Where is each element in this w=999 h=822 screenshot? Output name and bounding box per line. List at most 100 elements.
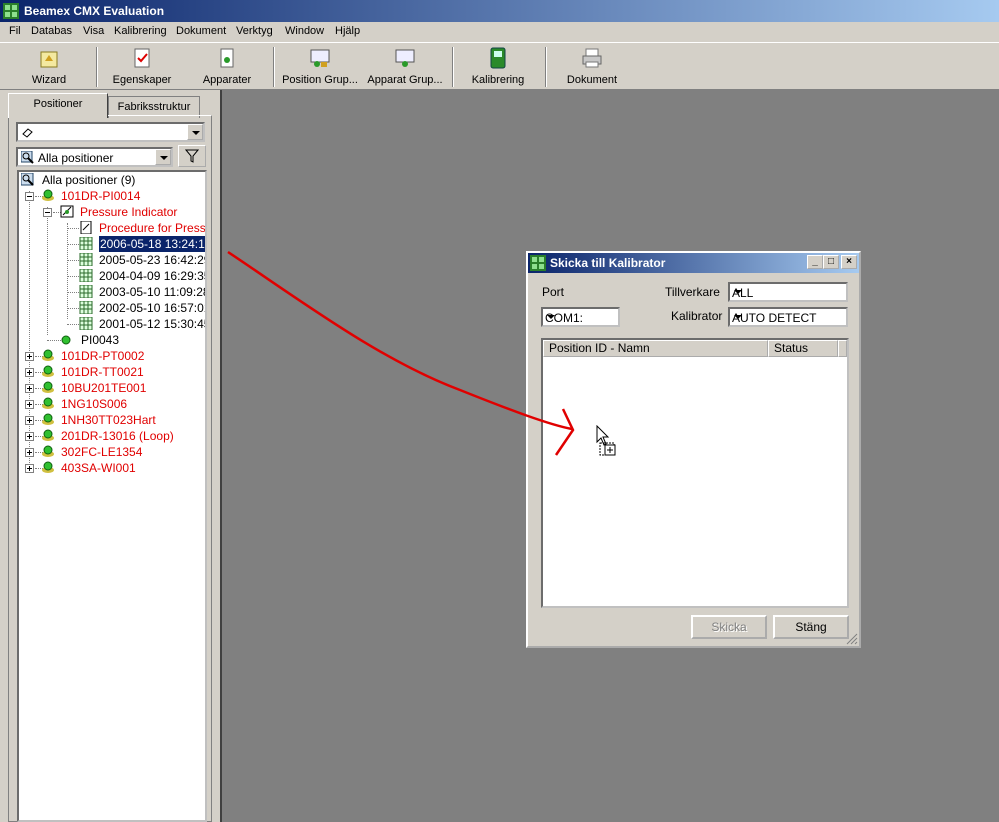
dialog-title-bar[interactable]: Skicka till Kalibrator _ □ × [528, 253, 859, 273]
tree-guide [67, 292, 79, 293]
position-icon [42, 461, 54, 473]
procedure-icon [80, 221, 92, 234]
wizard-icon [40, 51, 58, 68]
menu-window[interactable]: Window [285, 25, 324, 37]
close-button[interactable]: Stäng [773, 615, 849, 639]
column-header-filler [838, 340, 847, 357]
calibrator-select[interactable]: AUTO DETECT [728, 307, 848, 327]
beamex-logo-icon [530, 255, 546, 271]
collapse-icon[interactable] [25, 192, 34, 201]
collapse-icon[interactable] [43, 208, 52, 217]
position-icon [42, 429, 54, 441]
resize-grip-icon[interactable] [846, 633, 858, 645]
app-title: Beamex CMX Evaluation [24, 4, 165, 18]
menu-hjalp[interactable]: Hjälp [335, 25, 360, 37]
menu-visa[interactable]: Visa [83, 25, 104, 37]
tree-guide [67, 228, 79, 229]
column-header-status[interactable]: Status [768, 340, 838, 357]
position-tree[interactable]: Alla positioner (9) 101DR-PI0014 Pressur… [17, 170, 207, 822]
result-grid-icon [79, 285, 93, 298]
tree-guide [67, 324, 79, 325]
position-grupp-button[interactable]: Position Grup... [280, 45, 360, 89]
position-icon [42, 445, 54, 457]
position-group-icon [310, 49, 330, 67]
expand-icon[interactable] [25, 464, 34, 473]
toolbar-separator [96, 47, 98, 87]
dokument-button[interactable]: Dokument [560, 45, 624, 89]
result-grid-icon [79, 237, 93, 250]
tree-guide [47, 207, 48, 335]
menu-kalibrering[interactable]: Kalibrering [114, 25, 167, 37]
position-icon [42, 189, 54, 201]
chevron-down-icon[interactable] [155, 149, 171, 165]
manufacturer-label: Tillverkare [665, 285, 720, 299]
drag-cursor-icon [596, 425, 616, 456]
expand-icon[interactable] [25, 416, 34, 425]
position-icon [42, 397, 54, 409]
menu-dokument[interactable]: Dokument [176, 25, 226, 37]
position-icon [42, 413, 54, 425]
left-panel: Positioner Fabriksstruktur Alla position… [0, 90, 220, 822]
result-grid-icon [79, 301, 93, 314]
chevron-down-icon[interactable] [187, 124, 203, 140]
view-select[interactable] [16, 122, 205, 142]
tree-guide [67, 244, 79, 245]
result-grid-icon [79, 253, 93, 266]
position-icon [42, 381, 54, 393]
toolbar-separator [452, 47, 454, 87]
position-list[interactable]: Position ID - Namn Status [541, 338, 849, 608]
app-title-bar[interactable]: Beamex CMX Evaluation [0, 0, 999, 22]
apparater-button[interactable]: Apparater [198, 45, 256, 89]
expand-icon[interactable] [25, 384, 34, 393]
manufacturer-select[interactable]: ALL [728, 282, 848, 302]
expand-icon[interactable] [25, 400, 34, 409]
apparat-grupp-button[interactable]: Apparat Grup... [365, 45, 445, 89]
device-group-icon [395, 49, 415, 67]
expand-icon[interactable] [25, 432, 34, 441]
close-icon[interactable]: × [841, 255, 857, 269]
position-icon [42, 365, 54, 377]
dialog-title: Skicka till Kalibrator [550, 256, 666, 270]
menu-databas[interactable]: Databas [31, 25, 72, 37]
toolbar: Wizard Egenskaper Apparater Position Gru… [0, 42, 999, 90]
send-to-calibrator-dialog: Skicka till Kalibrator _ □ × Port COM1: … [526, 251, 861, 648]
menu-bar: Fil Databas Visa Kalibrering Dokument Ve… [0, 22, 999, 42]
expand-icon[interactable] [25, 352, 34, 361]
filter-button[interactable] [178, 145, 206, 167]
result-grid-icon [79, 317, 93, 330]
menu-fil[interactable]: Fil [9, 25, 21, 37]
position-filter-select[interactable]: Alla positioner [16, 147, 173, 167]
device-icon [60, 205, 74, 218]
calibrator-icon [490, 47, 506, 69]
eraser-icon [22, 128, 33, 138]
expand-icon[interactable] [25, 448, 34, 457]
search-icon [21, 173, 34, 186]
port-select[interactable]: COM1: [541, 307, 620, 327]
expand-icon[interactable] [25, 368, 34, 377]
wizard-button[interactable]: Wizard [20, 45, 78, 89]
printer-icon [582, 48, 602, 68]
send-button[interactable]: Skicka [691, 615, 767, 639]
port-label: Port [542, 285, 565, 299]
tree-guide [67, 308, 79, 309]
maximize-icon[interactable]: □ [823, 255, 839, 269]
search-icon [21, 151, 34, 164]
tree-guide [67, 276, 79, 277]
tab-positioner[interactable]: Positioner [8, 93, 108, 118]
toolbar-separator [545, 47, 547, 87]
tree-guide [67, 260, 79, 261]
menu-verktyg[interactable]: Verktyg [236, 25, 273, 37]
funnel-icon [185, 149, 199, 163]
beamex-logo-icon [3, 3, 19, 19]
tree-guide [67, 223, 68, 319]
minimize-icon[interactable]: _ [807, 255, 823, 269]
column-header-position[interactable]: Position ID - Namn [543, 340, 768, 357]
properties-icon [134, 48, 150, 68]
egenskaper-button[interactable]: Egenskaper [108, 45, 176, 89]
devices-icon [220, 48, 234, 68]
toolbar-separator [273, 47, 275, 87]
sub-position-icon [61, 335, 71, 345]
kalibrering-button[interactable]: Kalibrering [466, 45, 530, 89]
position-icon [42, 349, 54, 361]
calibrator-label: Kalibrator [671, 309, 723, 323]
